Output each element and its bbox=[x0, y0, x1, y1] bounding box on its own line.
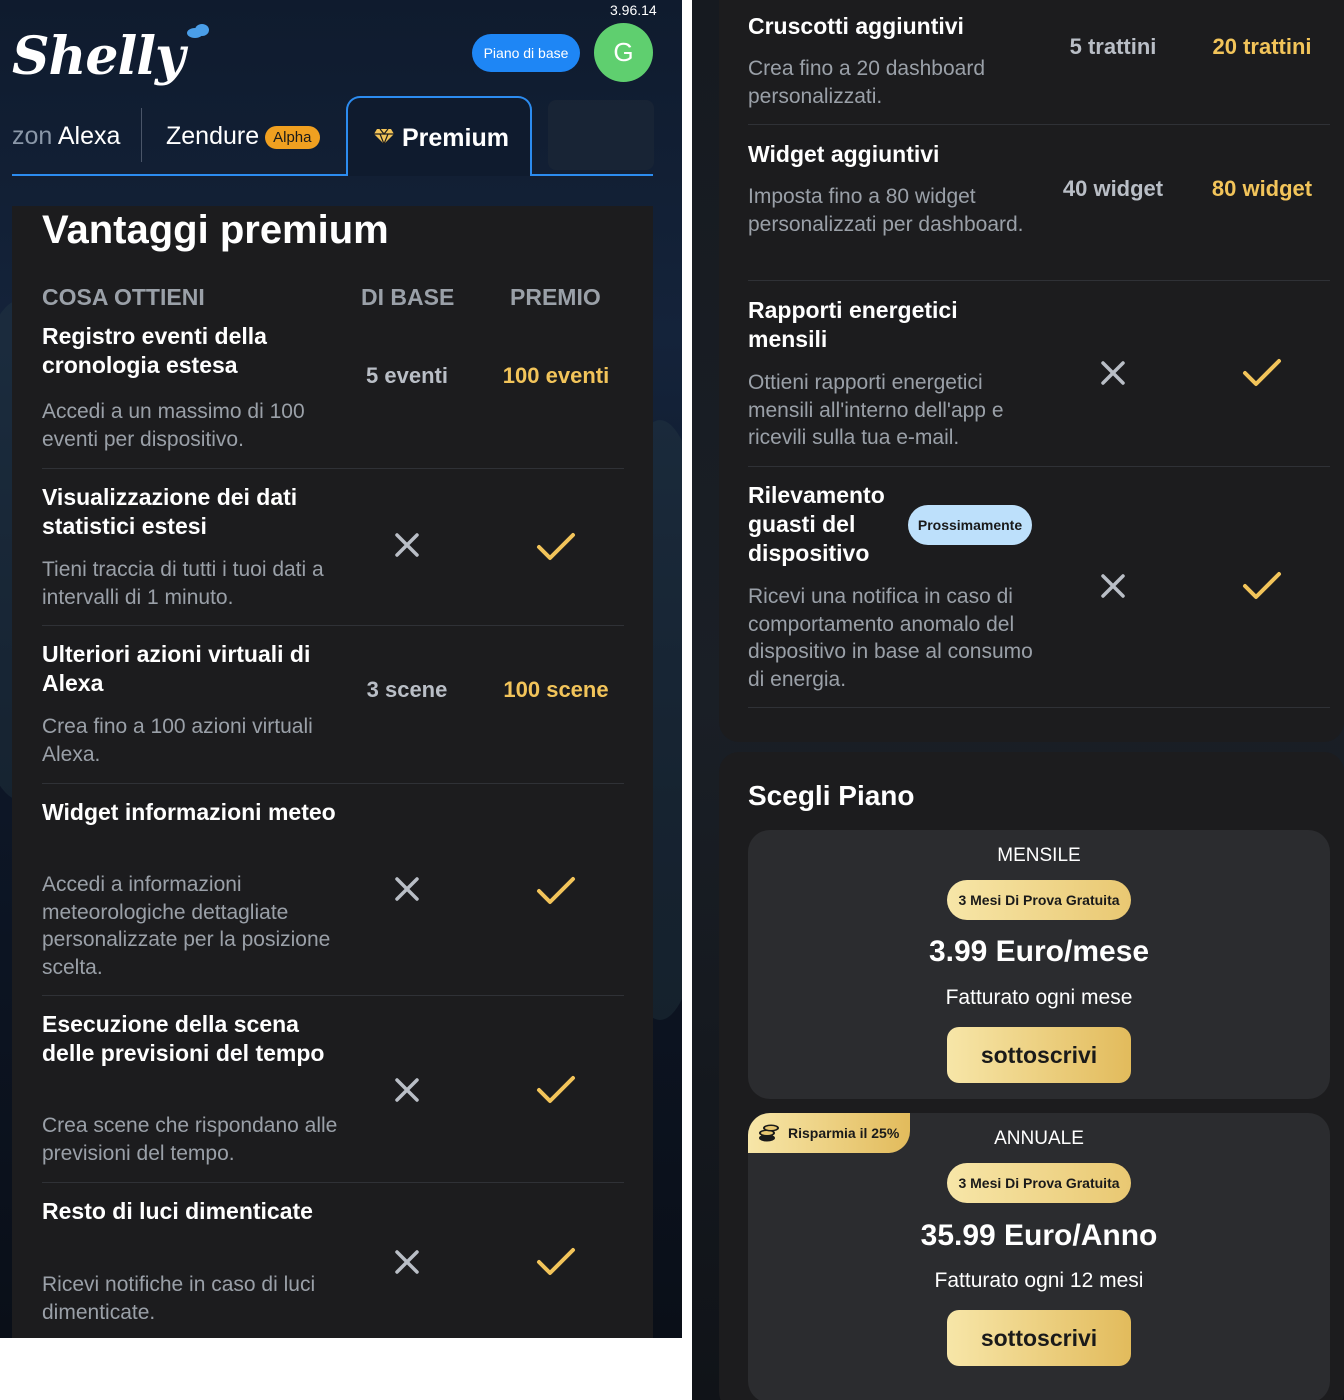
shelly-logo: Shelly bbox=[12, 26, 185, 87]
plan-monthly[interactable]: MENSILE 3 Mesi Di Prova Gratuita 3.99 Eu… bbox=[748, 830, 1330, 1099]
cross-icon bbox=[1101, 574, 1125, 598]
benefit-row-alexa: Ulteriori azioni virtuali di Alexa Crea … bbox=[42, 626, 624, 784]
base-value: 5 eventi bbox=[366, 363, 448, 388]
cloud-icon bbox=[187, 24, 209, 38]
plan-name: ANNUALE bbox=[994, 1128, 1084, 1149]
benefit-title: Rapporti energetici mensili bbox=[748, 297, 958, 352]
benefit-row-statistics: Visualizzazione dei dati statistici este… bbox=[42, 469, 624, 626]
benefit-title: Cruscotti aggiuntivi bbox=[748, 13, 964, 39]
free-trial-badge: 3 Mesi Di Prova Gratuita bbox=[947, 1163, 1131, 1203]
benefit-title: Registro eventi della cronologia estesa bbox=[42, 323, 267, 378]
benefit-description: Imposta fino a 80 widget personalizzati … bbox=[748, 185, 1024, 236]
check-icon bbox=[537, 1248, 575, 1275]
benefit-title: Ulteriori azioni virtuali di Alexa bbox=[42, 641, 311, 696]
cross-icon bbox=[1101, 361, 1125, 385]
alpha-badge: Alpha bbox=[265, 126, 320, 149]
check-icon bbox=[537, 877, 575, 904]
cross-icon bbox=[395, 1250, 419, 1274]
plans-card: Scegli Piano MENSILE 3 Mesi Di Prova Gra… bbox=[719, 752, 1344, 1400]
benefit-description: Crea fino a 20 dashboard personalizzati. bbox=[748, 57, 985, 108]
avatar[interactable]: G bbox=[594, 23, 653, 82]
premium-value: 20 trattini bbox=[1212, 34, 1312, 59]
base-value: 5 trattini bbox=[1069, 34, 1157, 59]
check-icon bbox=[1243, 572, 1281, 599]
tab-zendure-label: Zendure bbox=[166, 122, 260, 150]
tab-divider bbox=[141, 108, 142, 162]
benefit-description: Accedi a un massimo di 100 eventi per di… bbox=[42, 400, 305, 451]
column-header-what: COSA OTTIENI bbox=[42, 284, 205, 310]
check-icon bbox=[537, 1076, 575, 1103]
cross-icon bbox=[395, 533, 419, 557]
benefit-description: Crea scene che rispondano alle prevision… bbox=[42, 1114, 338, 1165]
diamond-icon bbox=[374, 128, 394, 146]
benefit-row-forecast-scene: Esecuzione della scena delle previsioni … bbox=[42, 996, 624, 1183]
benefit-row-energy-reports: Rapporti energetici mensili Ottieni rapp… bbox=[748, 281, 1330, 467]
benefit-row-dashboards: Cruscotti aggiuntivi Crea fino a 20 dash… bbox=[748, 0, 1330, 125]
tab-zendure[interactable]: Zendure Alpha bbox=[166, 122, 320, 151]
premium-value: 100 eventi bbox=[502, 363, 610, 388]
benefit-description: Crea fino a 100 azioni virtuali Alexa. bbox=[42, 715, 313, 766]
cross-icon bbox=[395, 877, 419, 901]
free-trial-badge: 3 Mesi Di Prova Gratuita bbox=[947, 880, 1131, 920]
coming-soon-badge: Prossimamente bbox=[908, 505, 1032, 545]
benefit-row-forgotten-lights: Resto di luci dimenticate Ricevi notific… bbox=[42, 1183, 624, 1333]
tab-premium-label: Premium bbox=[402, 124, 509, 152]
premium-value: 100 scene bbox=[503, 677, 609, 702]
column-header-base: DI BASE bbox=[361, 284, 455, 310]
benefit-title: Visualizzazione dei dati statistici este… bbox=[42, 484, 298, 539]
benefit-title: Rilevamento guasti del dispositivo bbox=[748, 482, 885, 566]
base-value: 3 scene bbox=[366, 677, 448, 702]
benefit-description: Ottieni rapporti energetici mensili all'… bbox=[748, 371, 1004, 449]
benefits-card: Vantaggi premium COSA OTTIENI DI BASE PR… bbox=[12, 206, 653, 1338]
benefit-title: Widget informazioni meteo bbox=[42, 799, 336, 825]
billing-info: Fatturato ogni 12 mesi bbox=[934, 1269, 1144, 1292]
benefit-description: Tieni traccia di tutti i tuoi dati a int… bbox=[42, 558, 324, 609]
benefit-row-weather-widget: Widget informazioni meteo Accedi a infor… bbox=[42, 784, 624, 996]
base-value: 40 widget bbox=[1062, 176, 1164, 201]
plans-title: Scegli Piano bbox=[748, 780, 915, 811]
tab-premium[interactable]: Premium bbox=[346, 96, 532, 176]
benefit-description: Ricevi una notifica in caso di comportam… bbox=[748, 585, 1033, 691]
benefit-title: Widget aggiuntivi bbox=[748, 141, 940, 167]
left-screen: 3.96.14 Shelly Piano di base G zon Alexa… bbox=[0, 0, 682, 1338]
subscribe-annual-button[interactable]: sottoscrivi bbox=[947, 1310, 1131, 1366]
tab-overflow bbox=[548, 100, 654, 170]
check-icon bbox=[537, 533, 575, 560]
subscribe-monthly-button[interactable]: sottoscrivi bbox=[947, 1027, 1131, 1083]
benefit-description: Ricevi notifiche in caso di luci dimenti… bbox=[42, 1273, 316, 1324]
benefit-description: Accedi a informazioni meteorologiche det… bbox=[42, 873, 331, 979]
plan-price: 3.99 Euro/mese bbox=[928, 935, 1150, 968]
tab-underline bbox=[12, 174, 653, 176]
row-divider bbox=[748, 707, 1330, 708]
tab-alexa-label: Alexa bbox=[52, 122, 121, 150]
tab-bar: zon Alexa Zendure Alpha Premium bbox=[0, 96, 654, 178]
plan-annual[interactable]: Risparmia il 25% ANNUALE 3 Mesi Di Prova… bbox=[748, 1113, 1330, 1400]
benefits-title: Vantaggi premium bbox=[42, 208, 389, 252]
premium-value: 80 widget bbox=[1211, 176, 1313, 201]
billing-info: Fatturato ogni mese bbox=[945, 986, 1133, 1009]
plan-name: MENSILE bbox=[997, 845, 1081, 866]
cross-icon bbox=[395, 1078, 419, 1102]
benefit-title: Esecuzione della scena delle previsioni … bbox=[42, 1011, 325, 1066]
screenshot-stage: 3.96.14 Shelly Piano di base G zon Alexa… bbox=[0, 0, 1344, 1400]
column-header-premium: PREMIO bbox=[510, 284, 601, 310]
check-icon bbox=[1243, 359, 1281, 386]
tab-alexa-clipped-text: zon bbox=[12, 122, 53, 150]
benefit-row-history-log: Registro eventi della cronologia estesa … bbox=[42, 322, 624, 469]
plan-status-button[interactable]: Piano di base bbox=[472, 34, 580, 72]
plan-price: 35.99 Euro/Anno bbox=[920, 1219, 1158, 1252]
benefit-row-widgets: Widget aggiuntivi Imposta fino a 80 widg… bbox=[748, 125, 1330, 281]
app-version: 3.96.14 bbox=[610, 2, 657, 18]
benefit-title: Resto di luci dimenticate bbox=[42, 1198, 313, 1224]
tab-alexa[interactable]: zon Alexa bbox=[12, 122, 120, 151]
benefit-row-fault-detection: Rilevamento guasti del dispositivo Pross… bbox=[748, 467, 1330, 708]
right-screen: Cruscotti aggiuntivi Crea fino a 20 dash… bbox=[692, 0, 1344, 1400]
